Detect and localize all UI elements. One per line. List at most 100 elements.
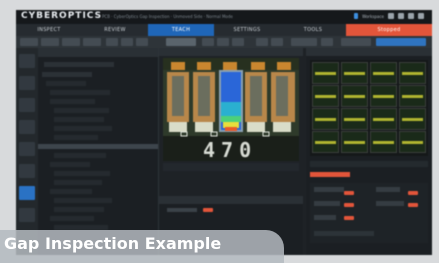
apply-button[interactable] xyxy=(376,38,426,46)
bell-icon[interactable] xyxy=(388,13,394,19)
nav-package-icon[interactable] xyxy=(19,98,35,112)
result-cell[interactable] xyxy=(341,131,368,153)
caption-banner: Gap Inspection Example xyxy=(0,230,284,263)
tree-row[interactable] xyxy=(54,117,104,122)
tree-row[interactable] xyxy=(50,99,95,104)
result-cell[interactable] xyxy=(399,85,426,107)
tree-row[interactable] xyxy=(50,162,90,167)
zoom-out-icon[interactable] xyxy=(217,38,229,46)
camera-view-panel: 470 xyxy=(159,48,303,255)
tree-row[interactable] xyxy=(54,135,98,140)
title-bar: CYBEROPTICS PCB · CyberOptics Gap Inspec… xyxy=(16,10,432,24)
camera-image[interactable]: 470 xyxy=(163,58,299,161)
tab-inspect[interactable]: INSPECT xyxy=(16,24,82,36)
grid-icon[interactable] xyxy=(271,38,283,46)
app-window: CYBEROPTICS PCB · CyberOptics Gap Inspec… xyxy=(16,10,432,255)
property-label xyxy=(314,215,336,220)
grid-scrollbar[interactable] xyxy=(310,161,428,167)
tab-tools[interactable]: TOOLS xyxy=(280,24,346,36)
nav-component-icon[interactable] xyxy=(19,120,35,134)
select-tool-icon[interactable] xyxy=(121,38,133,46)
window-title: PCB · CyberOptics Gap Inspection · Unmov… xyxy=(102,14,233,19)
nav-gap-icon[interactable] xyxy=(19,186,35,200)
tree-row[interactable] xyxy=(54,198,112,203)
play-toggle[interactable] xyxy=(166,38,196,46)
new-button[interactable] xyxy=(20,38,38,46)
tree-search-input[interactable] xyxy=(44,62,114,67)
component-tree-panel xyxy=(38,48,159,255)
fit-icon[interactable] xyxy=(232,38,244,46)
tab-settings[interactable]: SETTINGS xyxy=(214,24,280,36)
property-value-badge xyxy=(344,203,354,207)
zoom-in-icon[interactable] xyxy=(202,38,214,46)
result-cell[interactable] xyxy=(399,131,426,153)
stop-icon[interactable] xyxy=(321,38,333,46)
results-grid[interactable] xyxy=(310,60,428,156)
open-button[interactable] xyxy=(41,38,59,46)
export-button[interactable] xyxy=(83,38,101,46)
result-cell[interactable] xyxy=(312,108,339,130)
tree-row[interactable] xyxy=(50,216,94,221)
result-cell[interactable] xyxy=(341,108,368,130)
tree-row[interactable] xyxy=(54,207,104,212)
property-value-badge xyxy=(344,191,354,195)
result-cell[interactable] xyxy=(370,62,397,84)
result-cell[interactable] xyxy=(341,62,368,84)
move-tool-icon[interactable] xyxy=(136,38,148,46)
tree-row[interactable] xyxy=(54,126,112,131)
tree-row[interactable] xyxy=(54,108,109,113)
camera-footer xyxy=(163,163,299,171)
result-label xyxy=(167,208,197,212)
chip-marking: 470 xyxy=(203,138,258,161)
pointer-tool-icon[interactable] xyxy=(106,38,118,46)
nav-tools-icon[interactable] xyxy=(19,208,35,222)
status-stopped-button[interactable]: Stopped xyxy=(346,24,432,36)
save-button[interactable] xyxy=(62,38,80,46)
nav-board-icon[interactable] xyxy=(19,54,35,68)
result-cell[interactable] xyxy=(370,108,397,130)
result-cell[interactable] xyxy=(399,108,426,130)
status-line xyxy=(314,231,374,236)
result-cell[interactable] xyxy=(312,62,339,84)
minimize-icon[interactable] xyxy=(418,13,424,19)
layer-icon[interactable] xyxy=(256,38,268,46)
tree-row[interactable] xyxy=(54,180,102,185)
options-button[interactable] xyxy=(341,38,371,46)
toolbar xyxy=(16,36,432,48)
property-value-badge xyxy=(408,191,418,195)
nav-region-icon[interactable] xyxy=(19,142,35,156)
tree-row[interactable] xyxy=(46,81,86,86)
run-button[interactable] xyxy=(291,38,317,46)
gap-results-panel xyxy=(306,48,432,255)
tree-row[interactable] xyxy=(50,189,92,194)
title-actions: Workspace xyxy=(354,13,424,19)
fail-badge xyxy=(203,208,213,212)
tree-row[interactable] xyxy=(50,90,110,95)
result-cell[interactable] xyxy=(341,85,368,107)
result-cell[interactable] xyxy=(312,85,339,107)
tree-row[interactable] xyxy=(42,72,92,77)
property-label xyxy=(376,187,400,192)
result-cell[interactable] xyxy=(312,131,339,153)
result-cell[interactable] xyxy=(370,85,397,107)
user-icon[interactable] xyxy=(354,13,359,19)
result-cell[interactable] xyxy=(370,131,397,153)
error-heading xyxy=(310,172,350,177)
nav-algorithm-icon[interactable] xyxy=(19,164,35,178)
help-icon[interactable] xyxy=(408,13,414,19)
tree-row-selected[interactable] xyxy=(38,144,158,149)
settings-icon[interactable] xyxy=(398,13,404,19)
app-logo: CYBEROPTICS xyxy=(21,11,103,21)
property-label xyxy=(376,201,404,206)
property-value-badge xyxy=(344,216,354,220)
property-label xyxy=(314,187,344,192)
left-navigation xyxy=(16,48,38,255)
result-panel-header xyxy=(159,196,303,204)
tab-teach[interactable]: TEACH xyxy=(148,24,214,36)
tree-row[interactable] xyxy=(54,153,106,158)
camera-panel-header xyxy=(159,48,303,56)
result-cell[interactable] xyxy=(399,62,426,84)
nav-fiducial-icon[interactable] xyxy=(19,76,35,90)
tree-row[interactable] xyxy=(54,171,110,176)
tab-review[interactable]: REVIEW xyxy=(82,24,148,36)
